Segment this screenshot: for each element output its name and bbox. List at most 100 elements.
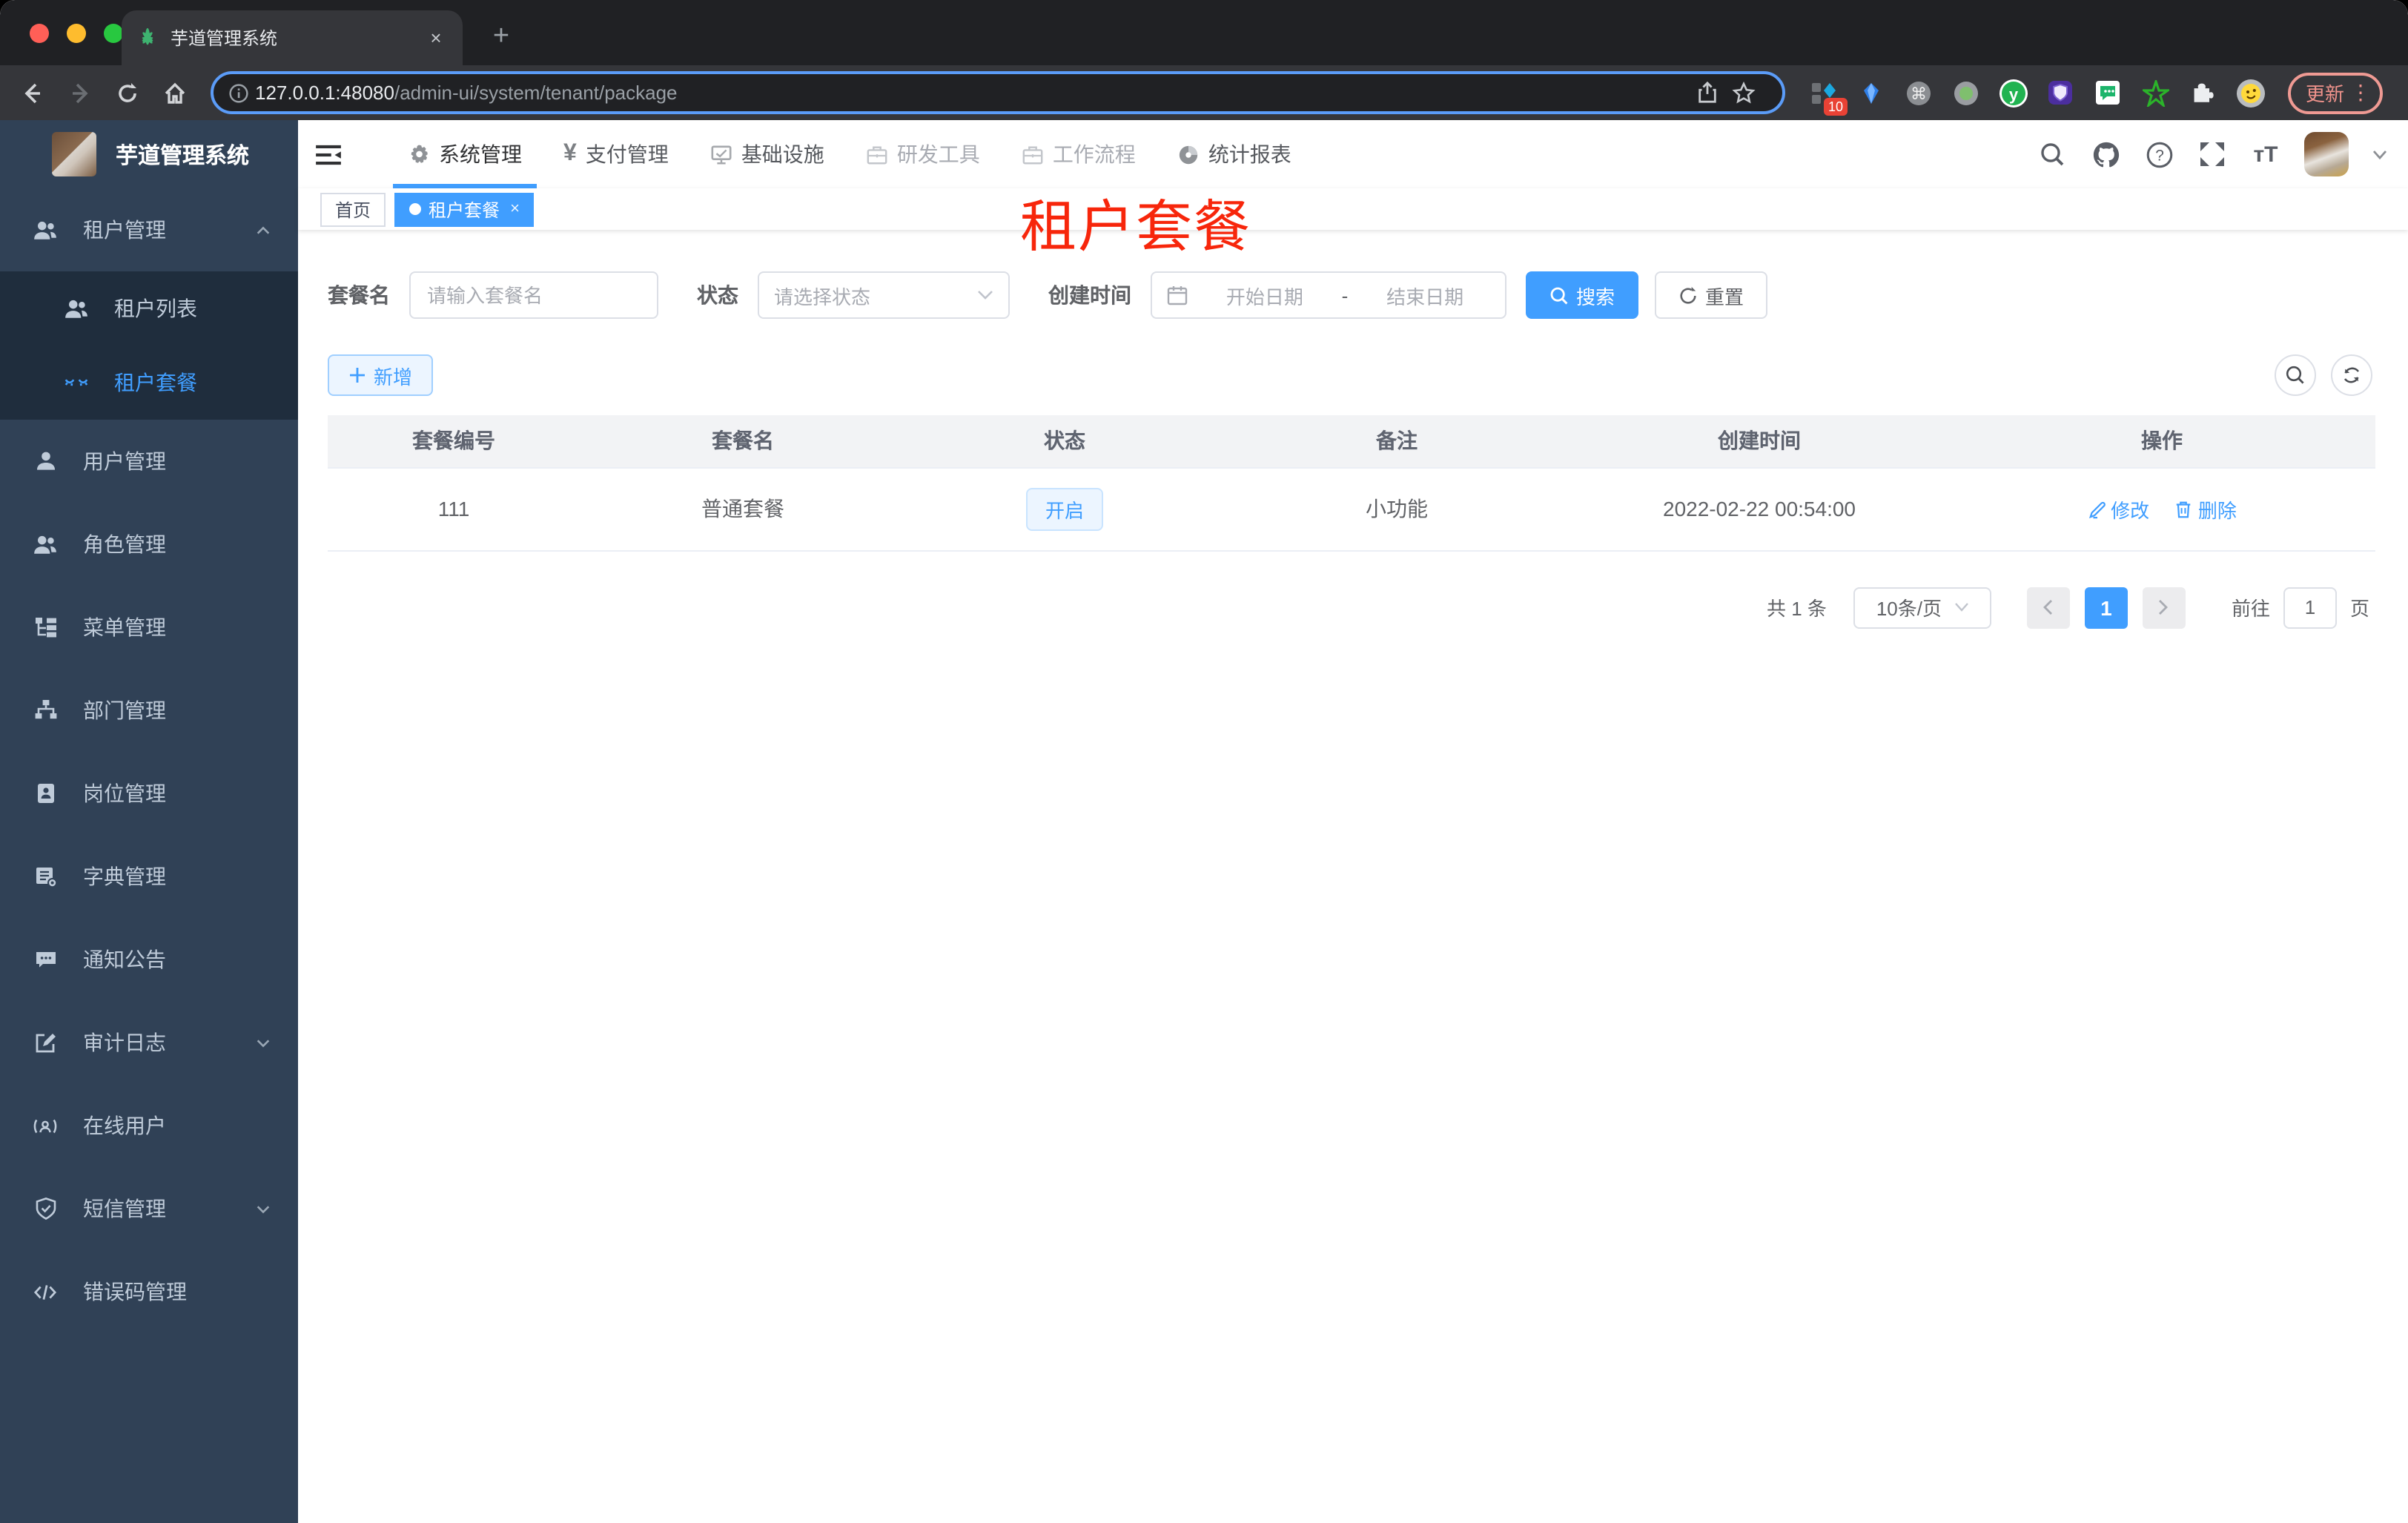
sidebar-item-online-users[interactable]: 在线用户 xyxy=(0,1084,298,1167)
brand-row[interactable]: 芋道管理系统 xyxy=(0,120,298,188)
chevron-down-icon xyxy=(1954,603,1968,612)
ext-command-icon[interactable]: ⌘ xyxy=(1901,76,1935,110)
badge-icon xyxy=(33,781,58,806)
topnav-workflow[interactable]: 工作流程 xyxy=(1001,120,1157,188)
back-icon[interactable] xyxy=(12,72,53,113)
ext-emoji-avatar[interactable] xyxy=(2233,76,2267,110)
package-name-input[interactable] xyxy=(409,271,658,319)
site-info-icon[interactable] xyxy=(228,82,255,103)
sidebar-item-post-management[interactable]: 岗位管理 xyxy=(0,752,298,835)
share-icon[interactable] xyxy=(1696,82,1732,104)
page-size-select[interactable]: 10条/页 xyxy=(1853,587,1991,628)
font-size-icon[interactable]: тT xyxy=(2251,139,2280,169)
sidebar-item-notice[interactable]: 通知公告 xyxy=(0,918,298,1001)
maximize-window-button[interactable] xyxy=(104,24,123,43)
cell-status: 开启 xyxy=(906,467,1223,551)
status-select[interactable]: 请选择状态 xyxy=(758,271,1010,319)
search-icon[interactable] xyxy=(2037,139,2067,169)
data-table: 套餐编号 套餐名 状态 备注 创建时间 操作 111 普通套餐 开启 小功能 2… xyxy=(328,415,2375,551)
edit-link[interactable]: 修改 xyxy=(2087,495,2149,523)
forward-icon[interactable] xyxy=(59,72,101,113)
ext-chat-icon[interactable] xyxy=(2091,76,2125,110)
add-button[interactable]: 新增 xyxy=(328,354,434,396)
sidebar-item-tenant-list[interactable]: 租户列表 xyxy=(0,271,298,346)
prev-page-button[interactable] xyxy=(2026,587,2070,628)
bookmark-star-icon[interactable] xyxy=(1732,81,1767,105)
delete-link[interactable]: 删除 xyxy=(2174,495,2237,523)
dictionary-icon xyxy=(33,864,58,889)
yen-icon: ¥ xyxy=(563,141,577,166)
ext-gem-icon[interactable] xyxy=(1853,76,1888,110)
sidebar-item-audit-log[interactable]: 审计日志 xyxy=(0,1001,298,1084)
sidebar: 芋道管理系统 租户管理 租户列表 租户套餐 用户管理 角色管理 菜单管理 部门管… xyxy=(0,120,298,1523)
close-tag-icon[interactable]: × xyxy=(510,200,520,218)
sidebar-item-user-management[interactable]: 用户管理 xyxy=(0,420,298,503)
refresh-icon xyxy=(1680,285,1696,303)
tag-label: 租户套餐 xyxy=(429,199,500,220)
refresh-table-icon[interactable] xyxy=(2331,354,2372,396)
site-favicon-icon xyxy=(142,27,153,45)
reload-icon[interactable] xyxy=(107,72,148,113)
show-search-icon[interactable] xyxy=(2275,354,2316,396)
ext-record-icon[interactable] xyxy=(1948,76,1982,110)
ext-y-icon[interactable]: y xyxy=(1996,76,2030,110)
table-row: 111 普通套餐 开启 小功能 2022-02-22 00:54:00 修改 删… xyxy=(328,467,2375,551)
sidebar-item-error-code[interactable]: 错误码管理 xyxy=(0,1250,298,1333)
chevron-down-icon[interactable] xyxy=(2372,148,2387,160)
end-date-placeholder[interactable]: 结束日期 xyxy=(1360,281,1490,309)
topnav-pay[interactable]: ¥ 支付管理 xyxy=(543,120,689,188)
topnav-infra[interactable]: 基础设施 xyxy=(689,120,845,188)
tag-tenant-package[interactable]: 租户套餐 × xyxy=(394,192,535,226)
help-icon[interactable]: ? xyxy=(2144,139,2174,169)
ext-tabs-icon[interactable]: 10 xyxy=(1806,76,1848,116)
date-range-picker[interactable]: 开始日期 - 结束日期 xyxy=(1151,271,1506,319)
collapse-sidebar-icon[interactable] xyxy=(298,120,357,188)
trash-icon xyxy=(2177,500,2192,518)
page-1-button[interactable]: 1 xyxy=(2084,587,2128,628)
reset-button[interactable]: 重置 xyxy=(1655,271,1768,319)
delete-label: 删除 xyxy=(2197,499,2237,521)
ext-badge: 10 xyxy=(1823,98,1848,116)
fullscreen-icon[interactable] xyxy=(2197,139,2227,169)
sidebar-item-dict-management[interactable]: 字典管理 xyxy=(0,835,298,918)
sidebar-item-dept-management[interactable]: 部门管理 xyxy=(0,669,298,752)
search-button[interactable]: 搜索 xyxy=(1526,271,1639,319)
browser-toolbar: 127.0.0.1:48080/admin-ui/system/tenant/p… xyxy=(0,65,2408,120)
github-icon[interactable] xyxy=(2091,139,2120,169)
topnav-system[interactable]: 系统管理 xyxy=(387,120,543,188)
message-icon xyxy=(33,947,58,972)
sidebar-item-role-management[interactable]: 角色管理 xyxy=(0,503,298,586)
topnav-dev-tools[interactable]: 研发工具 xyxy=(845,120,1001,188)
browser-update-button[interactable]: 更新 ⋮ xyxy=(2288,72,2384,113)
minimize-window-button[interactable] xyxy=(67,24,86,43)
sidebar-item-sms-management[interactable]: 短信管理 xyxy=(0,1167,298,1250)
ext-puzzle-icon[interactable] xyxy=(2186,76,2220,110)
new-tab-button[interactable]: + xyxy=(482,18,520,56)
sidebar-item-menu-management[interactable]: 菜单管理 xyxy=(0,586,298,669)
next-page-button[interactable] xyxy=(2142,587,2186,628)
goto-page-input[interactable] xyxy=(2283,587,2337,628)
start-date-placeholder[interactable]: 开始日期 xyxy=(1200,281,1330,309)
chevron-left-icon xyxy=(2043,600,2053,615)
topnav-report[interactable]: 统计报表 xyxy=(1157,120,1312,188)
tags-view: 首页 租户套餐 × xyxy=(298,188,2408,230)
closed-eyes-icon xyxy=(64,370,89,395)
user-avatar[interactable] xyxy=(2304,132,2349,176)
extension-icons: 10 ⌘ y xyxy=(1806,76,2267,116)
ext-shield-icon[interactable] xyxy=(2043,76,2077,110)
browser-menu-icon[interactable]: ⋮ xyxy=(2350,80,2371,105)
filter-form: 套餐名 状态 请选择状态 创建时间 开始日期 - 结束日期 xyxy=(328,271,2375,319)
dashboard-icon xyxy=(1177,143,1200,165)
topnav-label: 基础设施 xyxy=(741,142,824,166)
sidebar-item-tenant-package[interactable]: 租户套餐 xyxy=(0,346,298,420)
browser-tab[interactable]: 芋道管理系统 × xyxy=(122,10,463,65)
tag-home[interactable]: 首页 xyxy=(320,192,386,226)
close-tab-icon[interactable]: × xyxy=(424,27,448,49)
ext-star-icon[interactable] xyxy=(2138,76,2172,110)
svg-text:y: y xyxy=(2008,85,2018,103)
filter-status-label: 状态 xyxy=(697,283,738,307)
sidebar-item-tenant-management[interactable]: 租户管理 xyxy=(0,188,298,271)
close-window-button[interactable] xyxy=(30,24,49,43)
url-bar[interactable]: 127.0.0.1:48080/admin-ui/system/tenant/p… xyxy=(211,71,1785,114)
home-icon[interactable] xyxy=(154,72,196,113)
